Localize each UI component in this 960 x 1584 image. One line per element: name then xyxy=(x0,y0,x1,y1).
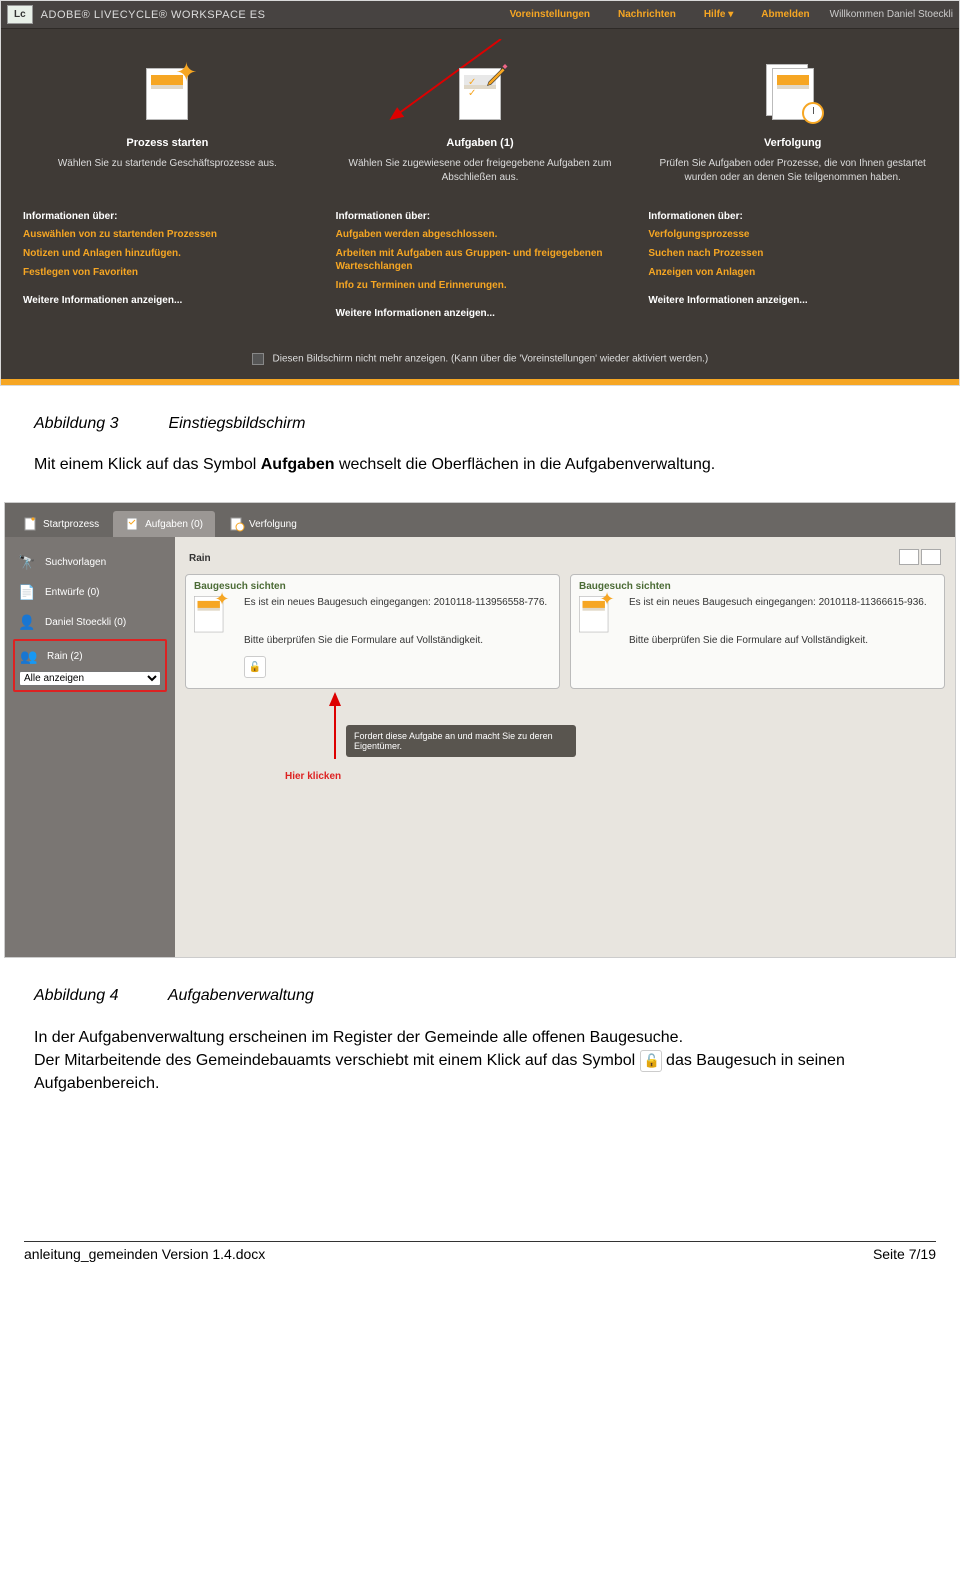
page-footer: anleitung_gemeinden Version 1.4.docx Sei… xyxy=(24,1241,936,1262)
more-info-link[interactable]: Weitere Informationen anzeigen... xyxy=(336,308,625,319)
panel-tracking: Verfolgung Prüfen Sie Aufgaben oder Proz… xyxy=(636,59,949,319)
topbar: Lc ADOBE® LIVECYCLE® WORKSPACE ES Vorein… xyxy=(1,1,959,29)
info-heading: Informationen über: xyxy=(23,211,312,222)
sidebar-drafts[interactable]: 📄 Entwürfe (0) xyxy=(13,577,167,607)
tab-startprocess[interactable]: Startprozess xyxy=(11,511,111,537)
group-filter-select[interactable]: Alle anzeigen xyxy=(19,671,161,686)
info-link[interactable]: Notizen und Anlagen hinzufügen. xyxy=(23,247,312,260)
info-link[interactable]: Anzeigen von Anlagen xyxy=(648,266,937,279)
claim-tooltip: Fordert diese Aufgabe an und macht Sie z… xyxy=(346,725,576,757)
footer-page: Seite 7/19 xyxy=(873,1246,936,1262)
info-link[interactable]: Arbeiten mit Aufgaben aus Gruppen- und f… xyxy=(336,247,625,273)
dont-show-label: Diesen Bildschirm nicht mehr anzeigen. (… xyxy=(273,354,709,365)
doc-check-icon xyxy=(125,516,141,532)
doc-body: Abbildung 3 Einstiegsbildschirm Mit eine… xyxy=(0,386,960,502)
hier-klicken-label: Hier klicken xyxy=(285,771,341,782)
card-desc: Es ist ein neues Baugesuch eingegangen: … xyxy=(629,596,936,610)
accent-bar xyxy=(1,379,959,385)
lc-logo: Lc xyxy=(7,5,33,24)
sidebar-group-highlighted: 👥 Rain (2) Alle anzeigen xyxy=(13,639,167,692)
group-icon: 👥 xyxy=(19,647,39,665)
queue-title-row: Rain xyxy=(185,543,945,574)
tabs: Startprozess Aufgaben (0) Verfolgung xyxy=(5,503,955,537)
paragraph: In der Aufgabenverwaltung erscheinen im … xyxy=(34,1026,926,1049)
main-area: Rain Baugesuch sichten Es ist ein neues … xyxy=(175,537,955,957)
paragraph: Der Mitarbeitende des Gemeindebauamts ve… xyxy=(34,1049,926,1095)
nav-messages[interactable]: Nachrichten xyxy=(618,9,676,20)
tab-tracking[interactable]: Verfolgung xyxy=(217,511,309,537)
claim-task-icon xyxy=(640,1050,662,1072)
caption-3: Abbildung 3 Einstiegsbildschirm xyxy=(34,412,926,435)
panel-desc: Prüfen Sie Aufgaben oder Prozesse, die v… xyxy=(648,157,937,197)
doc-star-icon xyxy=(194,596,236,678)
panel-desc: Wählen Sie zu startende Geschäftsprozess… xyxy=(23,157,312,197)
sidebar-user-queue[interactable]: 👤 Daniel Stoeckli (0) xyxy=(13,607,167,637)
screenshot-task-mgmt: Startprozess Aufgaben (0) Verfolgung 🔭 S… xyxy=(4,502,956,958)
info-heading: Informationen über: xyxy=(648,211,937,222)
view-toggle xyxy=(897,549,941,568)
screenshot-welcome: Lc ADOBE® LIVECYCLE® WORKSPACE ES Vorein… xyxy=(0,0,960,386)
panel-start-process: Prozess starten Wählen Sie zu startende … xyxy=(11,59,324,319)
claim-task-button[interactable]: 🔓 xyxy=(244,656,266,678)
info-list: Aufgaben werden abgeschlossen. Arbeiten … xyxy=(336,228,625,292)
sidebar: 🔭 Suchvorlagen 📄 Entwürfe (0) 👤 Daniel S… xyxy=(5,537,175,957)
sidebar-group-queue[interactable]: 👥 Rain (2) xyxy=(19,645,161,667)
caption-4: Abbildung 4 Aufgabenverwaltung xyxy=(34,984,926,1007)
panel-title: Prozess starten xyxy=(23,137,312,149)
welcome-panels: Prozess starten Wählen Sie zu startende … xyxy=(1,29,959,339)
user-icon: 👤 xyxy=(17,613,37,631)
info-link[interactable]: Auswählen von zu startenden Prozessen xyxy=(23,228,312,241)
panel-desc: Wählen Sie zugewiesene oder freigegebene… xyxy=(336,157,625,197)
info-link[interactable]: Aufgaben werden abgeschlossen. xyxy=(336,228,625,241)
info-list: Auswählen von zu startenden Prozessen No… xyxy=(23,228,312,279)
card-hint: Bitte überprüfen Sie die Formulare auf V… xyxy=(629,634,936,648)
info-link[interactable]: Suchen nach Prozessen xyxy=(648,247,937,260)
top-nav: Voreinstellungen Nachrichten Hilfe ▾ Abm… xyxy=(510,9,810,20)
brand: ADOBE® LIVECYCLE® WORKSPACE ES xyxy=(41,9,266,21)
info-link[interactable]: Festlegen von Favoriten xyxy=(23,266,312,279)
dont-show-again: Diesen Bildschirm nicht mehr anzeigen. (… xyxy=(1,339,959,379)
sidebar-search-templates[interactable]: 🔭 Suchvorlagen xyxy=(13,547,167,577)
card-view-button[interactable] xyxy=(921,549,941,565)
doc-star-icon xyxy=(579,596,621,648)
task-card[interactable]: Baugesuch sichten Es ist ein neues Bauge… xyxy=(570,574,945,689)
queue-title: Rain xyxy=(189,553,211,564)
list-view-button[interactable] xyxy=(899,549,919,565)
info-link[interactable]: Info zu Terminen und Erinnerungen. xyxy=(336,279,625,292)
dont-show-checkbox[interactable] xyxy=(252,353,264,365)
welcome-text: Willkommen Daniel Stoeckli xyxy=(830,9,953,20)
card-title: Baugesuch sichten xyxy=(579,581,936,592)
info-link[interactable]: Verfolgungsprozesse xyxy=(648,228,937,241)
panel-title: Verfolgung xyxy=(648,137,937,149)
paragraph: Mit einem Klick auf das Symbol Aufgaben … xyxy=(34,453,926,476)
tracking-icon[interactable] xyxy=(648,59,937,129)
doc-clock-icon xyxy=(229,516,245,532)
tab-tasks[interactable]: Aufgaben (0) xyxy=(113,511,215,537)
info-list: Verfolgungsprozesse Suchen nach Prozesse… xyxy=(648,228,937,279)
nav-logout[interactable]: Abmelden xyxy=(761,9,809,20)
start-process-icon[interactable] xyxy=(23,59,312,129)
more-info-link[interactable]: Weitere Informationen anzeigen... xyxy=(648,295,937,306)
more-info-link[interactable]: Weitere Informationen anzeigen... xyxy=(23,295,312,306)
card-hint: Bitte überprüfen Sie die Formulare auf V… xyxy=(244,634,551,648)
draft-icon: 📄 xyxy=(17,583,37,601)
card-title: Baugesuch sichten xyxy=(194,581,551,592)
info-heading: Informationen über: xyxy=(336,211,625,222)
doc-star-icon xyxy=(23,516,39,532)
footer-filename: anleitung_gemeinden Version 1.4.docx xyxy=(24,1246,265,1262)
doc-body: Abbildung 4 Aufgabenverwaltung In der Au… xyxy=(0,958,960,1121)
card-desc: Es ist ein neues Baugesuch eingegangen: … xyxy=(244,596,551,610)
nav-preferences[interactable]: Voreinstellungen xyxy=(510,9,590,20)
task-card[interactable]: Baugesuch sichten Es ist ein neues Bauge… xyxy=(185,574,560,689)
nav-help[interactable]: Hilfe ▾ xyxy=(704,9,733,20)
binoculars-icon: 🔭 xyxy=(17,553,37,571)
